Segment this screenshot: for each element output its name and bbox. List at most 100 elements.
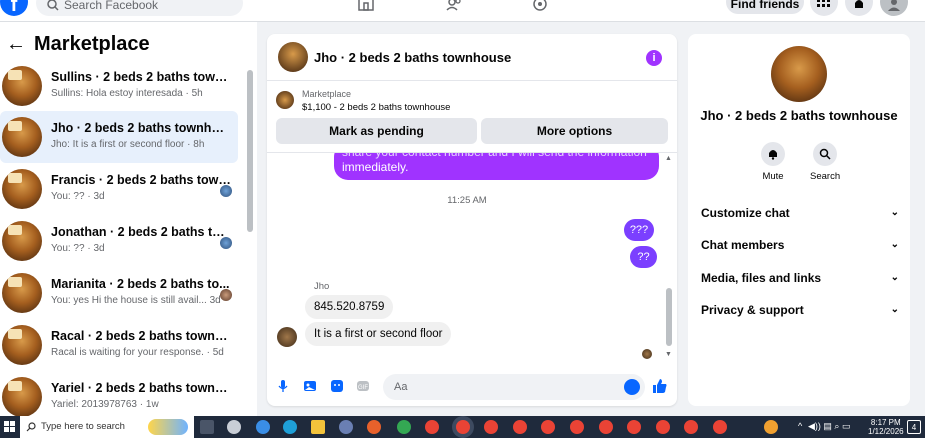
svg-text:GIF: GIF [358,385,368,391]
customize-chat-section[interactable]: Customize chat ⌄ [701,203,899,223]
tray-chevron-up-icon[interactable]: ^ [798,421,802,431]
task-view-icon[interactable] [200,420,214,434]
scroll-up-icon[interactable]: ▲ [665,155,672,162]
chrome-icon[interactable] [656,420,670,434]
conversation-item[interactable]: Sullins · 2 beds 2 baths townhou... Sull… [0,60,238,112]
search-label: Search [810,171,841,182]
conversation-item[interactable]: Yariel · 2 beds 2 baths townhouse Yariel… [0,371,238,416]
scroll-down-icon[interactable]: ▼ [665,351,672,358]
conversation-item[interactable]: Francis · 2 beds 2 baths town... You: ??… [0,163,238,215]
chrome-icon[interactable] [513,420,527,434]
chat-details-name: Jho · 2 beds 2 baths townhouse [700,108,898,123]
chrome-icon[interactable] [397,420,411,434]
notification-center-icon[interactable]: 4 [907,420,921,434]
groups-nav-icon[interactable] [445,0,463,14]
clock[interactable]: 8:17 PM 1/12/2026 [868,418,904,436]
search-input[interactable]: Search Facebook [36,0,243,16]
chrome-icon[interactable] [484,420,498,434]
bell-icon [855,0,863,8]
chat-title[interactable]: Jho · 2 beds 2 baths townhouse [314,50,511,65]
sent-message: ?? [630,246,657,268]
conversation-title: Racal · 2 beds 2 baths townhouse [51,329,231,343]
app-icon[interactable] [256,420,270,434]
thumbs-up-icon[interactable] [652,378,668,394]
more-options-button[interactable]: More options [481,118,668,144]
chrome-icon[interactable] [541,420,555,434]
message-input-placeholder: Aa [394,381,408,393]
listing-thumbnail [2,221,42,261]
clock-time: 8:17 PM [870,418,901,427]
section-label: Privacy & support [701,303,804,317]
microphone-icon[interactable] [276,379,290,393]
conversation-item[interactable]: Marianita · 2 beds 2 baths to... You: ye… [0,267,238,319]
marketplace-label: Marketplace [302,89,352,99]
taskbar-search-placeholder: Type here to search [41,421,125,432]
conversation-item[interactable]: Racal · 2 beds 2 baths townhouse Racal i… [0,319,238,371]
chrome-icon[interactable] [425,420,439,434]
seen-avatar [220,237,232,249]
read-receipt-avatar [642,349,652,359]
account-avatar[interactable] [880,0,908,16]
emoji-icon[interactable] [624,379,640,395]
menu-button[interactable] [810,0,838,16]
chat-scrollbar[interactable] [666,288,672,346]
chrome-icon[interactable] [627,420,641,434]
sender-name: Jho [314,281,330,292]
photo-icon[interactable] [303,379,317,393]
find-friends-button[interactable]: Find friends [726,0,804,14]
gaming-nav-icon[interactable] [531,0,549,14]
profile-icon [888,0,900,11]
chevron-down-icon: ⌄ [890,239,899,250]
sender-avatar [277,327,297,347]
system-tray-icons[interactable]: ◀)) ▤ ⌕ ▭ [808,421,850,432]
search-icon [26,422,36,432]
chrome-icon[interactable] [599,420,613,434]
section-label: Media, files and links [701,271,822,285]
media-files-links-section[interactable]: Media, files and links ⌄ [701,268,899,288]
privacy-support-section[interactable]: Privacy & support ⌄ [701,300,899,320]
chrome-icon[interactable] [570,420,584,434]
bell-icon [769,150,777,160]
file-explorer-icon[interactable] [311,420,325,434]
received-message: 845.520.8759 [305,295,394,319]
conversation-item-selected[interactable]: Jho · 2 beds 2 baths townhouse Jho: It i… [0,111,238,163]
marketplace-header: ← Marketplace [6,33,150,56]
settings-icon[interactable] [227,420,241,434]
sent-message: share your contact number and I will sen… [334,152,659,180]
info-icon[interactable]: i [646,50,662,66]
facebook-logo[interactable]: f [0,0,28,16]
chrome-icon[interactable] [684,420,698,434]
mark-as-pending-button[interactable]: Mark as pending [276,118,477,144]
app-icon[interactable] [339,420,353,434]
chat-members-section[interactable]: Chat members ⌄ [701,235,899,255]
windows-start-icon[interactable] [4,421,16,433]
section-label: Customize chat [701,206,790,220]
conversation-title: Jonathan · 2 beds 2 baths tow... [51,225,231,239]
marketplace-nav-icon[interactable] [357,0,375,14]
listing-thumbnail [2,169,42,209]
back-arrow-icon[interactable]: ← [6,33,26,55]
edge-icon[interactable] [283,420,297,434]
app-icon[interactable] [764,420,778,434]
gif-icon[interactable]: GIF [356,379,370,393]
seen-avatar [220,185,232,197]
message-input[interactable]: Aa [383,374,645,400]
sticker-icon[interactable] [330,379,344,393]
mute-button[interactable]: Mute [758,142,788,182]
notifications-button[interactable] [845,0,873,16]
firefox-icon[interactable] [367,420,381,434]
listing-title[interactable]: $1,100 - 2 beds 2 baths townhouse [302,102,450,113]
chrome-icon[interactable] [713,420,727,434]
taskbar-search-input[interactable]: Type here to search [20,416,194,438]
chat-avatar[interactable] [278,42,308,72]
search-in-chat-button[interactable]: Search [810,142,840,182]
conversation-preview: You: ?? · 3d [51,243,105,254]
marketplace-inbox: ← Marketplace Sullins · 2 beds 2 baths to… [0,22,257,416]
conversation-item[interactable]: Jonathan · 2 beds 2 baths tow... You: ??… [0,215,238,267]
chat-details-avatar [771,46,827,102]
sent-message-text: immediately. [342,160,409,174]
chat-panel: Jho · 2 beds 2 baths townhouse i Marketp… [267,34,677,406]
chrome-icon[interactable] [456,420,470,434]
sent-message-text: share your contact number and I will sen… [342,152,647,159]
inbox-scrollbar[interactable] [247,70,253,232]
